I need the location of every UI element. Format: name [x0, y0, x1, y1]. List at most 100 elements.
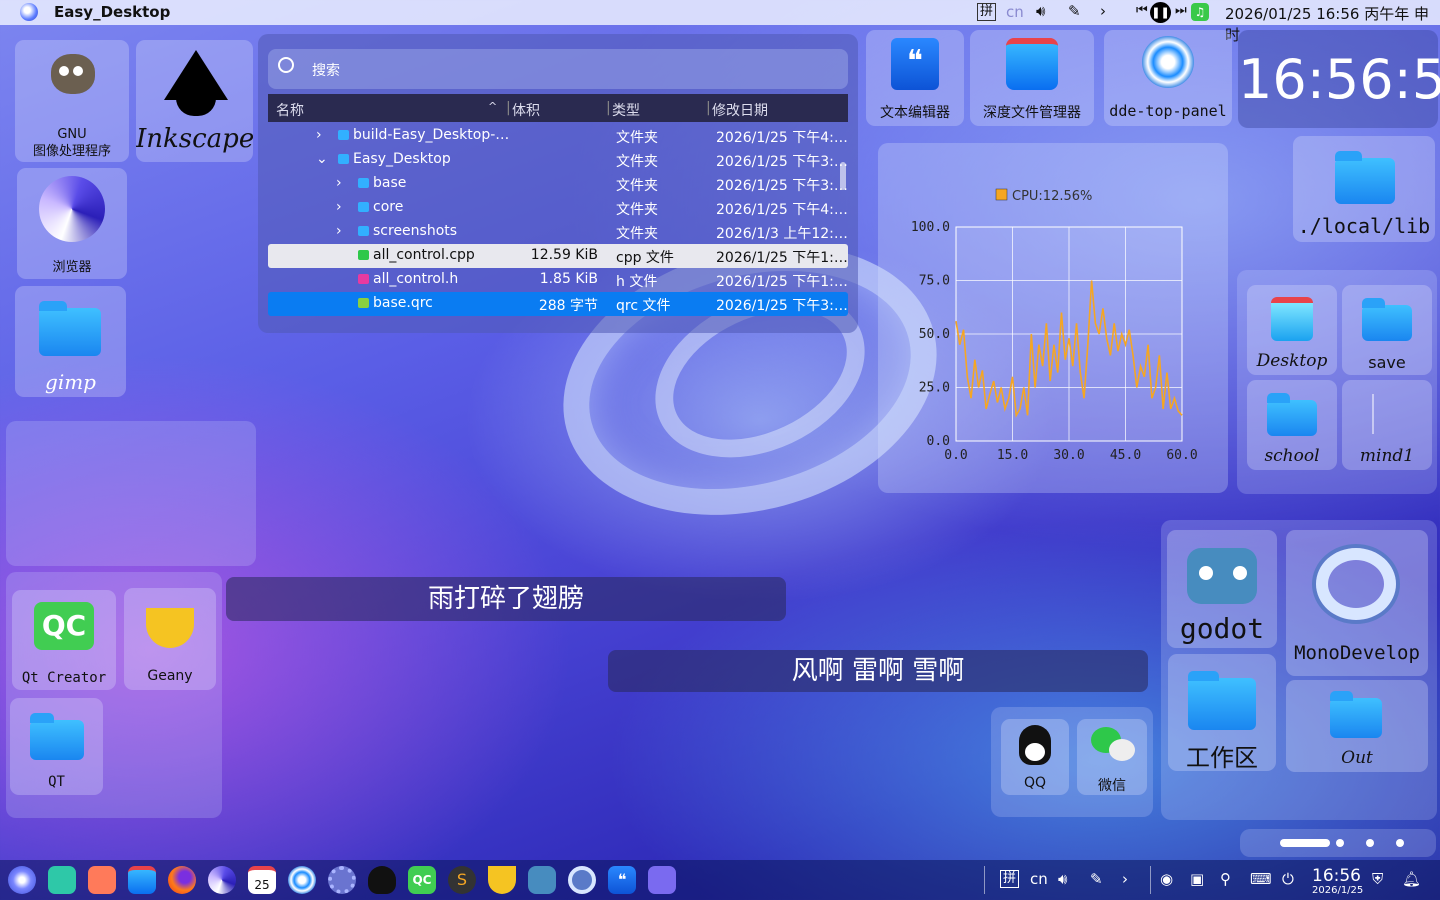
- settings-gear-icon[interactable]: [328, 866, 356, 894]
- desktop-folder[interactable]: Desktop: [1247, 285, 1337, 375]
- monodevelop-dock-icon[interactable]: [568, 866, 596, 894]
- file-row[interactable]: › base 文件夹 2026/1/25 下午3:…: [268, 172, 848, 196]
- firefox-icon[interactable]: [168, 866, 196, 894]
- column-header-type[interactable]: 类型: [612, 100, 640, 120]
- column-header-date[interactable]: 修改日期: [712, 100, 768, 120]
- file-name-text: core: [373, 199, 404, 215]
- dock-date[interactable]: 2026/1/25: [1312, 885, 1363, 896]
- text-editor-label: 文本编辑器: [880, 105, 950, 121]
- folder-icon: [338, 130, 349, 140]
- pen-icon[interactable]: ✎: [1068, 2, 1081, 20]
- previous-track-icon[interactable]: ⏮: [1136, 3, 1148, 18]
- expand-arrow-icon[interactable]: ⌄: [316, 151, 328, 167]
- file-row[interactable]: base.qrc 288 字节 qrc 文件 2026/1/25 下午3:…: [268, 292, 848, 316]
- geany-dock-icon[interactable]: [488, 866, 516, 894]
- dock-ime-indicator[interactable]: 拼: [1000, 870, 1020, 888]
- column-header-size[interactable]: 体积: [512, 100, 540, 120]
- mind1-file[interactable]: mind1: [1342, 380, 1432, 470]
- file-row[interactable]: › screenshots 文件夹 2026/1/3 上午12:…: [268, 220, 848, 244]
- x-tick-label: 45.0: [1110, 448, 1141, 463]
- power-icon[interactable]: ⏻: [1282, 870, 1294, 888]
- chevron-right-icon[interactable]: ›: [1100, 2, 1106, 20]
- qtcreator-dock-icon[interactable]: QC: [408, 866, 436, 894]
- dock-expand-icon[interactable]: ›: [1122, 870, 1128, 888]
- page-dot[interactable]: [1396, 839, 1404, 847]
- out-folder[interactable]: Out: [1286, 680, 1428, 772]
- text-editor-dock-icon[interactable]: ❝: [608, 866, 636, 894]
- next-track-icon[interactable]: ⏭: [1175, 3, 1187, 18]
- app-store-icon[interactable]: [88, 866, 116, 894]
- inkscape-launcher[interactable]: Inkscape: [136, 40, 253, 162]
- file-size: 1.85 KiB: [539, 271, 598, 287]
- dde-top-panel-launcher[interactable]: dde-top-panel: [1104, 30, 1232, 126]
- ime-indicator[interactable]: 拼: [977, 3, 997, 21]
- qq-dock-icon[interactable]: [368, 866, 396, 894]
- local-lib-folder[interactable]: ./local/lib: [1293, 136, 1435, 242]
- search-dock-icon[interactable]: ⚲: [1220, 870, 1231, 888]
- calendar-icon[interactable]: 25: [248, 866, 276, 894]
- security-shield-icon[interactable]: ⛨: [1372, 870, 1383, 888]
- music-player-icon[interactable]: ♫: [1191, 3, 1209, 21]
- expand-arrow-icon[interactable]: ›: [336, 175, 342, 191]
- multitask-view-icon[interactable]: [48, 866, 76, 894]
- folder-icon: [30, 713, 84, 760]
- sublime-icon[interactable]: S: [448, 866, 476, 894]
- page-dot[interactable]: [1366, 839, 1374, 847]
- gimp-folder[interactable]: gimp: [15, 286, 126, 397]
- workspace-folder[interactable]: 工作区: [1168, 654, 1276, 771]
- keyboard-icon[interactable]: ⌨: [1250, 870, 1272, 888]
- folder-icon: [1267, 393, 1317, 436]
- qq-launcher[interactable]: QQ: [1001, 719, 1069, 795]
- wechat-launcher[interactable]: 微信: [1077, 719, 1147, 795]
- qt-folder-label: QT: [48, 774, 65, 790]
- deepin-logo-icon[interactable]: [20, 3, 38, 21]
- expand-arrow-icon[interactable]: ›: [336, 223, 342, 239]
- volume-icon[interactable]: 🔊︎: [1036, 2, 1045, 20]
- mind1-label: mind1: [1359, 446, 1415, 466]
- launcher-icon[interactable]: [8, 866, 36, 894]
- dock-time[interactable]: 16:56: [1312, 866, 1361, 886]
- text-editor-launcher[interactable]: ❝ 文本编辑器: [866, 30, 964, 126]
- dock-pen-icon[interactable]: ✎: [1090, 870, 1103, 888]
- scrollbar-thumb[interactable]: [840, 162, 846, 190]
- inkscape-icon: [164, 50, 228, 100]
- file-row[interactable]: › core 文件夹 2026/1/25 下午4:…: [268, 196, 848, 220]
- sort-ascending-icon[interactable]: ^: [488, 100, 497, 113]
- school-folder[interactable]: school: [1247, 380, 1337, 470]
- screenshot-tool-icon[interactable]: [648, 866, 676, 894]
- browser-launcher[interactable]: 浏览器: [17, 168, 127, 279]
- geany-label: Geany: [147, 668, 193, 684]
- deepin-dock-icon[interactable]: [288, 866, 316, 894]
- expand-arrow-icon[interactable]: ›: [316, 127, 322, 143]
- expand-arrow-icon[interactable]: ›: [336, 199, 342, 215]
- save-folder[interactable]: save: [1342, 285, 1432, 375]
- file-row[interactable]: › build-Easy_Desktop-… 文件夹 2026/1/25 下午4:…: [268, 124, 848, 148]
- deepin-file-manager-launcher[interactable]: 深度文件管理器: [970, 30, 1094, 126]
- geany-launcher[interactable]: Geany: [124, 588, 216, 690]
- qt-folder[interactable]: QT: [10, 698, 103, 795]
- screen-capture-icon[interactable]: ▣: [1190, 870, 1204, 888]
- pause-icon[interactable]: ❚❚: [1150, 2, 1171, 23]
- gimp-launcher[interactable]: GNU 图像处理程序: [15, 40, 129, 162]
- file-row[interactable]: ⌄ Easy_Desktop 文件夹 2026/1/25 下午3:…: [268, 148, 848, 172]
- file-row[interactable]: all_control.cpp 12.59 KiB cpp 文件 2026/1/25 …: [268, 244, 848, 268]
- dock-volume-icon[interactable]: 🔊︎: [1058, 870, 1067, 888]
- page-dot[interactable]: [1280, 839, 1330, 847]
- file-manager-dock-icon[interactable]: [128, 866, 156, 894]
- folder-icon: [358, 178, 369, 188]
- monodevelop-launcher[interactable]: MonoDevelop: [1286, 530, 1428, 676]
- qtcreator-launcher[interactable]: QC Qt Creator: [12, 590, 116, 690]
- file-row[interactable]: all_control.h 1.85 KiB h 文件 2026/1/25 下午1:…: [268, 268, 848, 292]
- language-indicator[interactable]: cn: [1006, 3, 1024, 21]
- notification-bell-icon[interactable]: 🔔︎: [1402, 870, 1421, 888]
- search-placeholder: 搜索: [312, 63, 340, 79]
- godot-launcher[interactable]: godot: [1167, 530, 1277, 648]
- browser-dock-icon[interactable]: [208, 866, 236, 894]
- search-box[interactable]: 搜索: [268, 49, 848, 89]
- network-icon[interactable]: ◉: [1160, 870, 1173, 888]
- file-name-text: Easy_Desktop: [353, 151, 451, 167]
- page-dot[interactable]: [1336, 839, 1344, 847]
- godot-dock-icon[interactable]: [528, 866, 556, 894]
- column-header-name[interactable]: 名称: [276, 100, 304, 120]
- dock-language-indicator[interactable]: cn: [1030, 870, 1048, 888]
